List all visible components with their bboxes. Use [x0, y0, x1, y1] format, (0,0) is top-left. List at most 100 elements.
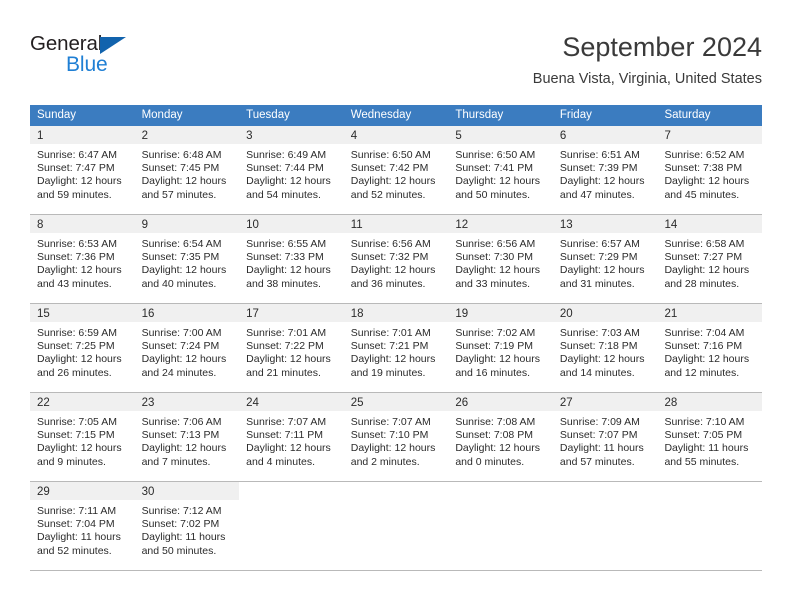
page-subtitle: Buena Vista, Virginia, United States — [532, 71, 762, 87]
day-cell[interactable]: 10 Sunrise: 6:55 AM Sunset: 7:33 PM Dayl… — [239, 215, 344, 303]
day-cell[interactable]: 9 Sunrise: 6:54 AM Sunset: 7:35 PM Dayli… — [134, 215, 240, 303]
daylight-text-line2: and 40 minutes. — [141, 277, 217, 290]
day-cell[interactable]: 21 Sunrise: 7:04 AM Sunset: 7:16 PM Dayl… — [657, 304, 763, 392]
day-details: Sunrise: 6:57 AM Sunset: 7:29 PM Dayligh… — [553, 233, 658, 291]
weekday-header-friday: Friday — [559, 109, 592, 121]
day-cell[interactable]: 6 Sunrise: 6:51 AM Sunset: 7:39 PM Dayli… — [552, 126, 658, 214]
sunset-text: Sunset: 7:04 PM — [37, 518, 115, 531]
day-cell[interactable]: 5 Sunrise: 6:50 AM Sunset: 7:41 PM Dayli… — [448, 126, 553, 214]
daylight-text-line1: Daylight: 12 hours — [246, 353, 331, 366]
day-cell[interactable]: 28 Sunrise: 7:10 AM Sunset: 7:05 PM Dayl… — [657, 393, 763, 481]
day-details: Sunrise: 7:02 AM Sunset: 7:19 PM Dayligh… — [448, 322, 553, 380]
sunrise-text: Sunrise: 6:50 AM — [455, 149, 536, 161]
day-cell[interactable]: 2 Sunrise: 6:48 AM Sunset: 7:45 PM Dayli… — [134, 126, 240, 214]
day-number — [657, 482, 762, 500]
day-number: 18 — [343, 304, 449, 322]
daylight-text-line2: and 31 minutes. — [559, 277, 635, 290]
sunrise-text: Sunrise: 7:01 AM — [350, 327, 431, 339]
day-number — [448, 482, 553, 500]
sunset-text: Sunset: 7:27 PM — [664, 251, 743, 264]
day-cell[interactable]: 17 Sunrise: 7:01 AM Sunset: 7:22 PM Dayl… — [239, 304, 344, 392]
day-details: Sunrise: 6:58 AM Sunset: 7:27 PM Dayligh… — [657, 233, 762, 291]
day-cell[interactable]: 16 Sunrise: 7:00 AM Sunset: 7:24 PM Dayl… — [134, 304, 240, 392]
day-cell[interactable]: 27 Sunrise: 7:09 AM Sunset: 7:07 PM Dayl… — [552, 393, 658, 481]
day-details: Sunrise: 7:11 AM Sunset: 7:04 PM Dayligh… — [30, 500, 135, 558]
day-number: 30 — [134, 482, 240, 500]
daylight-text-line1: Daylight: 12 hours — [559, 353, 645, 366]
day-number: 17 — [239, 304, 344, 322]
daylight-text-line2: and 57 minutes. — [141, 188, 217, 201]
sunrise-text: Sunrise: 6:54 AM — [141, 238, 222, 250]
sunrise-text: Sunrise: 6:59 AM — [37, 327, 117, 339]
day-number: 12 — [448, 215, 553, 233]
day-cell[interactable]: 25 Sunrise: 7:07 AM Sunset: 7:10 PM Dayl… — [343, 393, 449, 481]
daylight-text-line1: Daylight: 12 hours — [350, 175, 436, 188]
day-details: Sunrise: 6:52 AM Sunset: 7:38 PM Dayligh… — [657, 144, 762, 202]
daylight-text-line2: and 26 minutes. — [37, 366, 112, 379]
sunset-text: Sunset: 7:30 PM — [455, 251, 533, 264]
day-cell[interactable]: 14 Sunrise: 6:58 AM Sunset: 7:27 PM Dayl… — [657, 215, 763, 303]
day-details: Sunrise: 6:59 AM Sunset: 7:25 PM Dayligh… — [30, 322, 135, 380]
sunrise-text: Sunrise: 7:01 AM — [246, 327, 327, 339]
day-cell[interactable]: 3 Sunrise: 6:49 AM Sunset: 7:44 PM Dayli… — [239, 126, 344, 214]
daylight-text-line2: and 38 minutes. — [246, 277, 321, 290]
day-details: Sunrise: 6:49 AM Sunset: 7:44 PM Dayligh… — [239, 144, 344, 202]
daylight-text-line2: and 19 minutes. — [350, 366, 426, 379]
day-details: Sunrise: 7:01 AM Sunset: 7:22 PM Dayligh… — [239, 322, 344, 380]
day-details: Sunrise: 7:01 AM Sunset: 7:21 PM Dayligh… — [344, 322, 449, 380]
day-cell[interactable]: 24 Sunrise: 7:07 AM Sunset: 7:11 PM Dayl… — [239, 393, 344, 481]
daylight-text-line2: and 50 minutes. — [141, 544, 217, 557]
general-blue-logo[interactable]: General Blue — [30, 32, 160, 84]
day-cell[interactable]: 12 Sunrise: 6:56 AM Sunset: 7:30 PM Dayl… — [448, 215, 553, 303]
daylight-text-line2: and 55 minutes. — [664, 455, 740, 468]
daylight-text-line1: Daylight: 12 hours — [37, 442, 122, 455]
day-details: Sunrise: 7:10 AM Sunset: 7:05 PM Dayligh… — [657, 411, 762, 469]
day-cell[interactable]: 15 Sunrise: 6:59 AM Sunset: 7:25 PM Dayl… — [30, 304, 135, 392]
day-cell[interactable]: 19 Sunrise: 7:02 AM Sunset: 7:19 PM Dayl… — [448, 304, 553, 392]
sunset-text: Sunset: 7:38 PM — [664, 162, 743, 175]
daylight-text-line1: Daylight: 12 hours — [455, 353, 540, 366]
day-cell[interactable]: 29 Sunrise: 7:11 AM Sunset: 7:04 PM Dayl… — [30, 482, 135, 570]
sunrise-text: Sunrise: 6:58 AM — [664, 238, 745, 250]
day-cell[interactable]: 11 Sunrise: 6:56 AM Sunset: 7:32 PM Dayl… — [343, 215, 449, 303]
day-details: Sunrise: 6:56 AM Sunset: 7:30 PM Dayligh… — [448, 233, 553, 291]
day-details: Sunrise: 6:48 AM Sunset: 7:45 PM Dayligh… — [135, 144, 240, 202]
day-details: Sunrise: 7:07 AM Sunset: 7:10 PM Dayligh… — [344, 411, 449, 469]
day-cell[interactable]: 22 Sunrise: 7:05 AM Sunset: 7:15 PM Dayl… — [30, 393, 135, 481]
daylight-text-line2: and 16 minutes. — [455, 366, 531, 379]
day-number: 23 — [134, 393, 240, 411]
day-cell[interactable]: 30 Sunrise: 7:12 AM Sunset: 7:02 PM Dayl… — [134, 482, 240, 570]
daylight-text-line2: and 28 minutes. — [664, 277, 740, 290]
day-cell[interactable]: 4 Sunrise: 6:50 AM Sunset: 7:42 PM Dayli… — [343, 126, 449, 214]
day-cell[interactable]: 7 Sunrise: 6:52 AM Sunset: 7:38 PM Dayli… — [657, 126, 763, 214]
day-details: Sunrise: 6:56 AM Sunset: 7:32 PM Dayligh… — [344, 233, 449, 291]
day-cell[interactable]: 20 Sunrise: 7:03 AM Sunset: 7:18 PM Dayl… — [552, 304, 658, 392]
sunset-text: Sunset: 7:19 PM — [455, 340, 533, 353]
day-cell[interactable]: 26 Sunrise: 7:08 AM Sunset: 7:08 PM Dayl… — [448, 393, 553, 481]
sunset-text: Sunset: 7:42 PM — [350, 162, 429, 175]
sunset-text: Sunset: 7:15 PM — [37, 429, 115, 442]
daylight-text-line2: and 50 minutes. — [455, 188, 531, 201]
day-number: 11 — [343, 215, 449, 233]
week-row: 8 Sunrise: 6:53 AM Sunset: 7:36 PM Dayli… — [30, 215, 763, 304]
sunset-text: Sunset: 7:39 PM — [559, 162, 638, 175]
day-number: 5 — [448, 126, 553, 144]
sunset-text: Sunset: 7:10 PM — [350, 429, 429, 442]
day-cell-empty — [344, 482, 449, 570]
day-cell[interactable]: 13 Sunrise: 6:57 AM Sunset: 7:29 PM Dayl… — [552, 215, 658, 303]
calendar-page: General Blue September 2024 Buena Vista,… — [0, 0, 792, 612]
day-details: Sunrise: 6:47 AM Sunset: 7:47 PM Dayligh… — [30, 144, 135, 202]
daylight-text-line2: and 54 minutes. — [246, 188, 321, 201]
weekday-header-monday: Monday — [141, 109, 183, 121]
sunrise-text: Sunrise: 7:00 AM — [141, 327, 222, 339]
sunset-text: Sunset: 7:32 PM — [350, 251, 429, 264]
day-cell[interactable]: 18 Sunrise: 7:01 AM Sunset: 7:21 PM Dayl… — [343, 304, 449, 392]
day-cell[interactable]: 8 Sunrise: 6:53 AM Sunset: 7:36 PM Dayli… — [30, 215, 135, 303]
daylight-text-line1: Daylight: 12 hours — [37, 175, 122, 188]
day-cell[interactable]: 1 Sunrise: 6:47 AM Sunset: 7:47 PM Dayli… — [30, 126, 135, 214]
daylight-text-line2: and 33 minutes. — [455, 277, 531, 290]
sunrise-text: Sunrise: 6:47 AM — [37, 149, 117, 161]
day-cell[interactable]: 23 Sunrise: 7:06 AM Sunset: 7:13 PM Dayl… — [134, 393, 240, 481]
week-row: 22 Sunrise: 7:05 AM Sunset: 7:15 PM Dayl… — [30, 393, 763, 482]
sunset-text: Sunset: 7:24 PM — [141, 340, 220, 353]
